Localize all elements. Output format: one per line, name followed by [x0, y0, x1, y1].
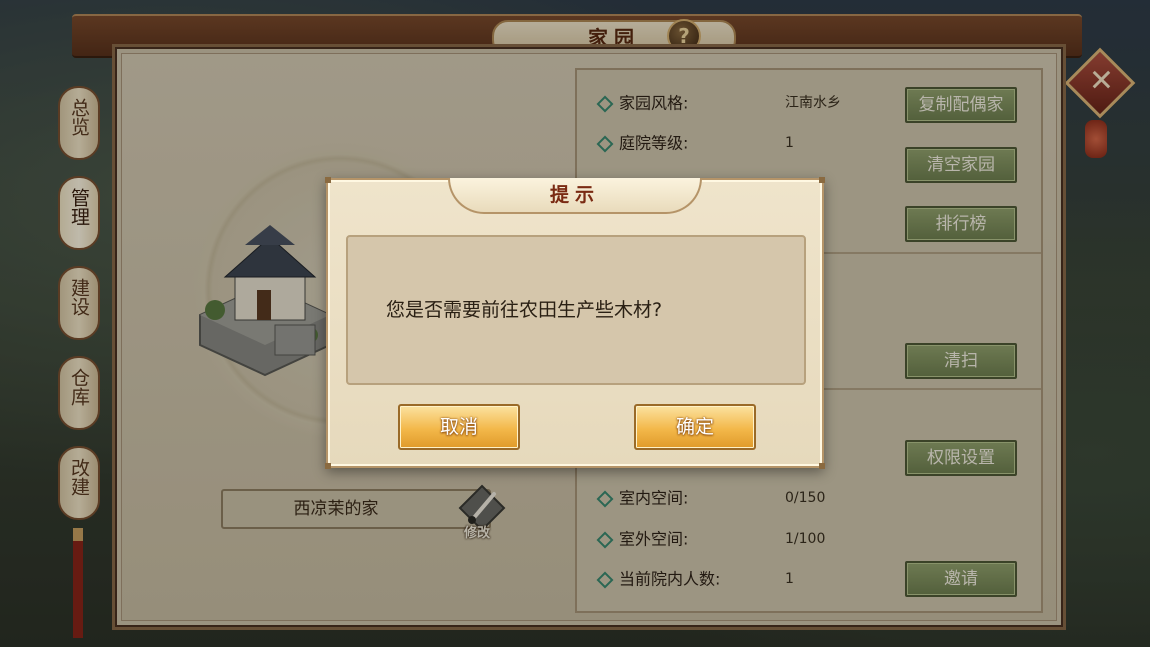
confirm-button[interactable]: 确定 — [634, 404, 756, 450]
dialog-corner — [819, 463, 825, 469]
cancel-button[interactable]: 取消 — [398, 404, 520, 450]
dialog-corner — [325, 177, 331, 183]
dialog-message: 您是否需要前往农田生产些木材? — [386, 299, 663, 321]
dialog-corner — [819, 177, 825, 183]
confirm-dialog: 提示 您是否需要前往农田生产些木材? 取消 确定 — [325, 177, 825, 469]
dialog-corner — [325, 463, 331, 469]
dialog-message-box: 您是否需要前往农田生产些木材? — [346, 235, 806, 385]
dialog-title: 提示 — [448, 178, 702, 214]
